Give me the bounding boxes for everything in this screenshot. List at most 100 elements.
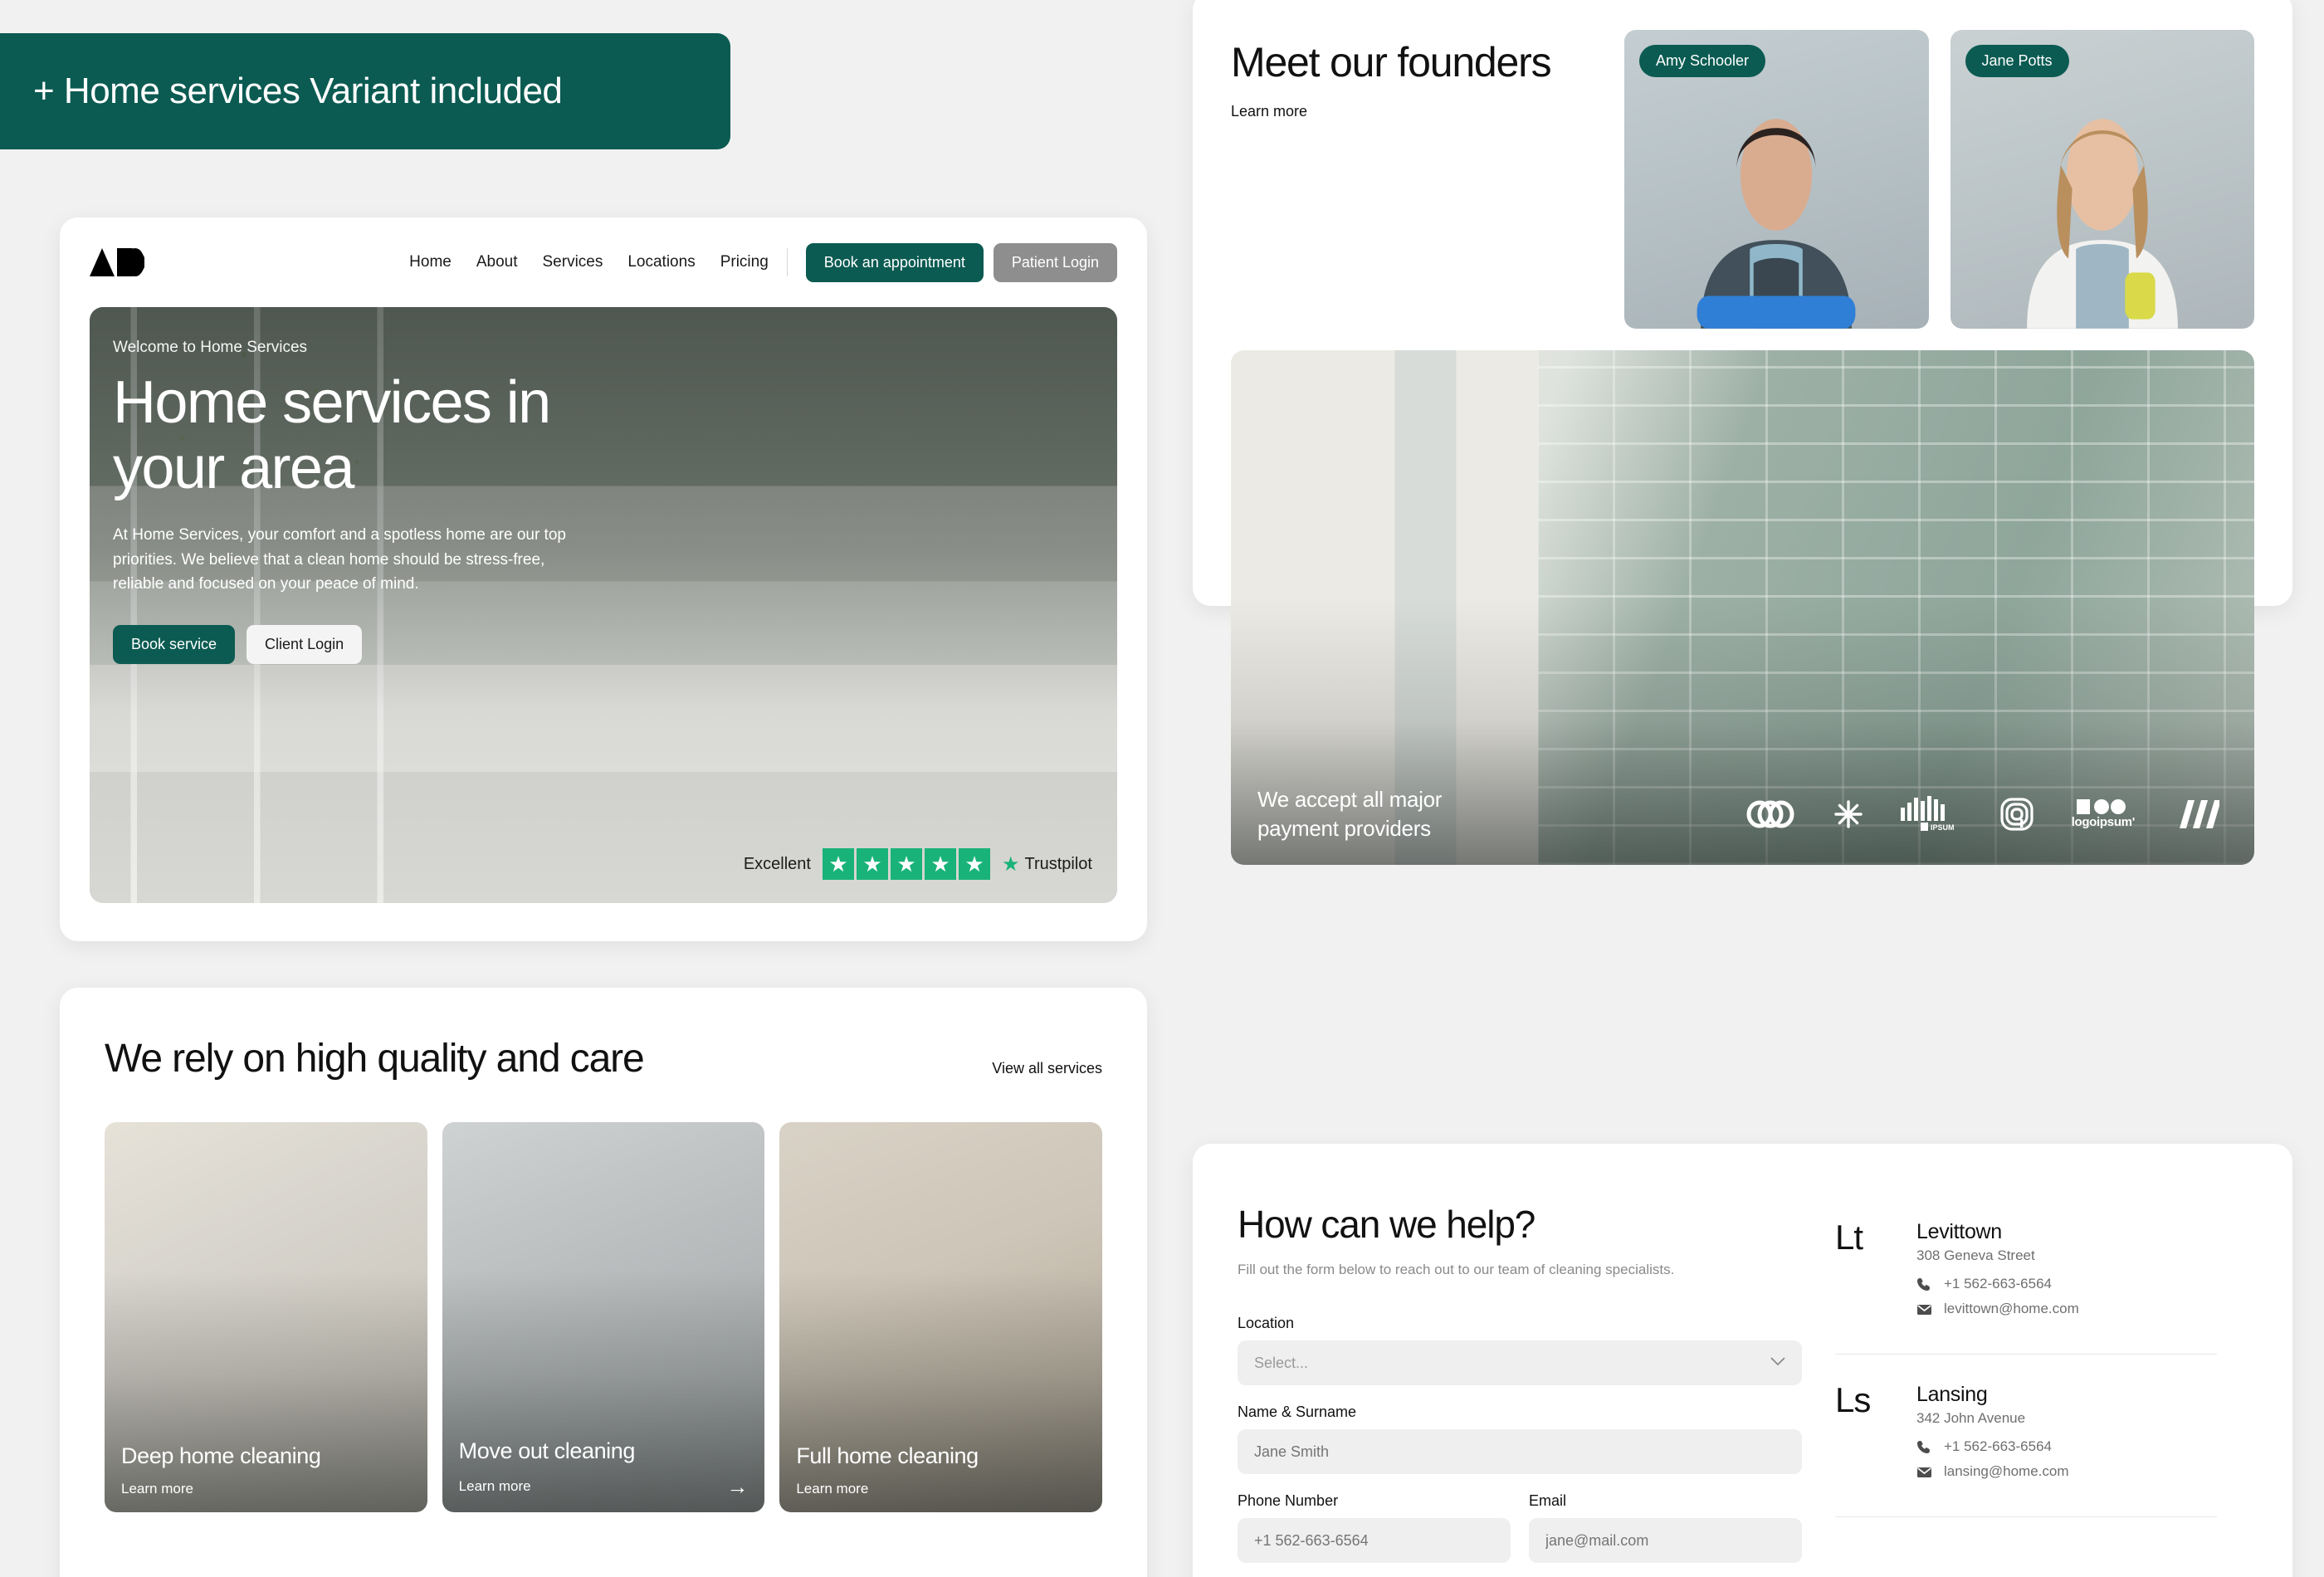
book-service-button[interactable]: Book service	[113, 624, 236, 664]
location-details: Levittown 308 Geneva Street +1 562-663-6…	[1916, 1220, 2079, 1326]
trustpilot-star-icon: ★	[1001, 852, 1020, 876]
service-card-footer: Learn more	[121, 1481, 411, 1497]
founder-card[interactable]: Jane Potts	[1950, 30, 2254, 329]
star-icon: ★	[890, 848, 922, 880]
service-card-title: Full home cleaning	[796, 1443, 979, 1468]
location-email: levittown@home.com	[1944, 1301, 2079, 1316]
nav-link-home[interactable]: Home	[409, 253, 452, 271]
name-label: Name & Surname	[1238, 1404, 1357, 1420]
services-panel: We rely on high quality and care View al…	[60, 988, 1147, 1577]
book-appointment-button[interactable]: Book an appointment	[805, 242, 984, 282]
location-name: Levittown	[1916, 1220, 2002, 1243]
infinity-loops-logo-icon	[1745, 800, 1796, 828]
variant-badge: + Home services Variant included	[0, 33, 730, 149]
email-input[interactable]	[1529, 1518, 1802, 1563]
service-card-learn-more[interactable]: Learn more	[459, 1478, 531, 1495]
founders-panel: Meet our founders Learn more Amy Schoole…	[1193, 0, 2292, 865]
name-input[interactable]	[1238, 1429, 1802, 1474]
star-icon: ★	[924, 848, 956, 880]
service-card-caption: Move out cleaning Learn more →	[459, 1438, 749, 1497]
location-select[interactable]: Select...	[1238, 1340, 1802, 1385]
location-email-row[interactable]: levittown@home.com	[1916, 1301, 2079, 1317]
service-card-title: Move out cleaning	[458, 1438, 636, 1463]
nav-link-about[interactable]: About	[476, 253, 518, 271]
location-select-value: Select...	[1254, 1354, 1309, 1371]
spiral-square-logo-icon	[1999, 798, 2034, 831]
mail-icon	[1917, 1304, 1931, 1315]
location-details: Lansing 342 John Avenue +1 562-663-6564 …	[1916, 1383, 2069, 1488]
location-address: 342 John Avenue	[1916, 1410, 2026, 1426]
service-card[interactable]: Deep home cleaning Learn more	[105, 1121, 427, 1512]
founder-card[interactable]: Amy Schooler	[1624, 30, 1929, 329]
service-card[interactable]: Move out cleaning Learn more →	[442, 1121, 765, 1512]
brand-logo-icon[interactable]	[90, 247, 144, 278]
nav-link-services[interactable]: Services	[543, 253, 603, 271]
logoipsum-wordmark: logoipsum'	[2071, 814, 2136, 829]
email-field-group: Email	[1529, 1492, 1802, 1563]
nav-link-pricing[interactable]: Pricing	[720, 253, 769, 271]
ipsum-bars-logo-icon: IPSUM	[1900, 795, 1962, 832]
location-item: Ls Lansing 342 John Avenue +1 562-663-65…	[1835, 1355, 2217, 1517]
hero-content: Welcome to Home Services Home services i…	[113, 339, 1094, 664]
payments-row: We accept all major payment providers IP…	[1257, 785, 2228, 843]
payments-logo-list: IPSUM logoipsum'	[1745, 795, 2228, 832]
service-card-learn-more[interactable]: Learn more	[121, 1481, 193, 1497]
phone-input[interactable]	[1238, 1518, 1511, 1563]
site-navbar: Home About Services Locations Pricing Bo…	[60, 217, 1147, 307]
location-phone: +1 562-663-6564	[1944, 1276, 2052, 1291]
location-label: Location	[1238, 1315, 1295, 1331]
contact-field-row: Phone Number Email	[1238, 1492, 1802, 1563]
services-title: We rely on high quality and care	[105, 1037, 645, 1081]
email-label: Email	[1529, 1492, 1567, 1509]
hero-panel: Home About Services Locations Pricing Bo…	[60, 217, 1147, 941]
service-card-caption: Deep home cleaning Learn more	[121, 1443, 411, 1497]
founders-learn-more-link[interactable]: Learn more	[1231, 103, 1307, 120]
client-login-button[interactable]: Client Login	[247, 624, 363, 664]
location-email-row[interactable]: lansing@home.com	[1916, 1463, 2069, 1480]
starburst-logo-icon	[1833, 800, 1863, 828]
screen-root: + Home services Variant included Home Ab…	[0, 0, 2324, 1577]
location-abbr: Ls	[1835, 1380, 1871, 1419]
hero-image: Welcome to Home Services Home services i…	[90, 307, 1117, 903]
navbar-links: Home About Services Locations Pricing	[409, 253, 769, 271]
arrow-right-icon[interactable]: →	[726, 1476, 748, 1497]
chevron-down-icon	[1770, 1355, 1785, 1370]
service-card-footer: Learn more →	[459, 1476, 749, 1497]
service-card-learn-more[interactable]: Learn more	[796, 1481, 868, 1497]
location-field-group: Location Select...	[1238, 1315, 1802, 1385]
services-header: We rely on high quality and care View al…	[60, 988, 1147, 1082]
founders-intro: Meet our founders Learn more	[1231, 30, 1596, 329]
founders-title: Meet our founders	[1231, 39, 1552, 85]
location-abbr: Lt	[1835, 1218, 1863, 1257]
navbar-divider	[786, 248, 788, 276]
hero-actions: Book service Client Login	[113, 624, 1094, 664]
service-card-footer: Learn more	[796, 1481, 1086, 1497]
location-phone-row[interactable]: +1 562-663-6564	[1916, 1438, 2069, 1455]
payments-text: We accept all major payment providers	[1257, 786, 1443, 841]
phone-field-group: Phone Number	[1238, 1492, 1511, 1563]
view-all-services-link[interactable]: View all services	[992, 1060, 1102, 1082]
service-card[interactable]: Full home cleaning Learn more	[779, 1121, 1103, 1512]
nav-link-locations[interactable]: Locations	[627, 253, 695, 271]
service-card-title: Deep home cleaning	[121, 1443, 321, 1468]
location-phone: +1 562-663-6564	[1944, 1438, 2052, 1454]
trustpilot-rating: Excellent ★ ★ ★ ★ ★ ★ Trustpilot	[744, 848, 1092, 880]
name-field-group: Name & Surname	[1238, 1404, 1802, 1474]
service-card-caption: Full home cleaning Learn more	[796, 1443, 1086, 1497]
hero-title: Home services in your area	[113, 369, 551, 502]
variant-badge-label: + Home services Variant included	[33, 71, 563, 111]
payments-banner: We accept all major payment providers IP…	[1231, 350, 2254, 865]
location-phone-row[interactable]: +1 562-663-6564	[1916, 1276, 2079, 1292]
contact-subtitle: Fill out the form below to reach out to …	[1238, 1262, 1675, 1277]
location-address: 308 Geneva Street	[1916, 1247, 2035, 1263]
patient-login-button[interactable]: Patient Login	[993, 242, 1117, 282]
mail-icon	[1917, 1467, 1931, 1477]
hero-subtitle: At Home Services, your comfort and a spo…	[113, 526, 566, 593]
phone-label: Phone Number	[1238, 1492, 1339, 1509]
star-icon: ★	[822, 848, 854, 880]
founders-header-row: Meet our founders Learn more Amy Schoole…	[1193, 0, 2292, 329]
founder-name-badge: Amy Schooler	[1639, 45, 1766, 77]
contact-title: How can we help?	[1238, 1203, 1536, 1246]
location-name: Lansing	[1916, 1383, 1988, 1406]
three-slashes-logo-icon	[2173, 799, 2219, 828]
